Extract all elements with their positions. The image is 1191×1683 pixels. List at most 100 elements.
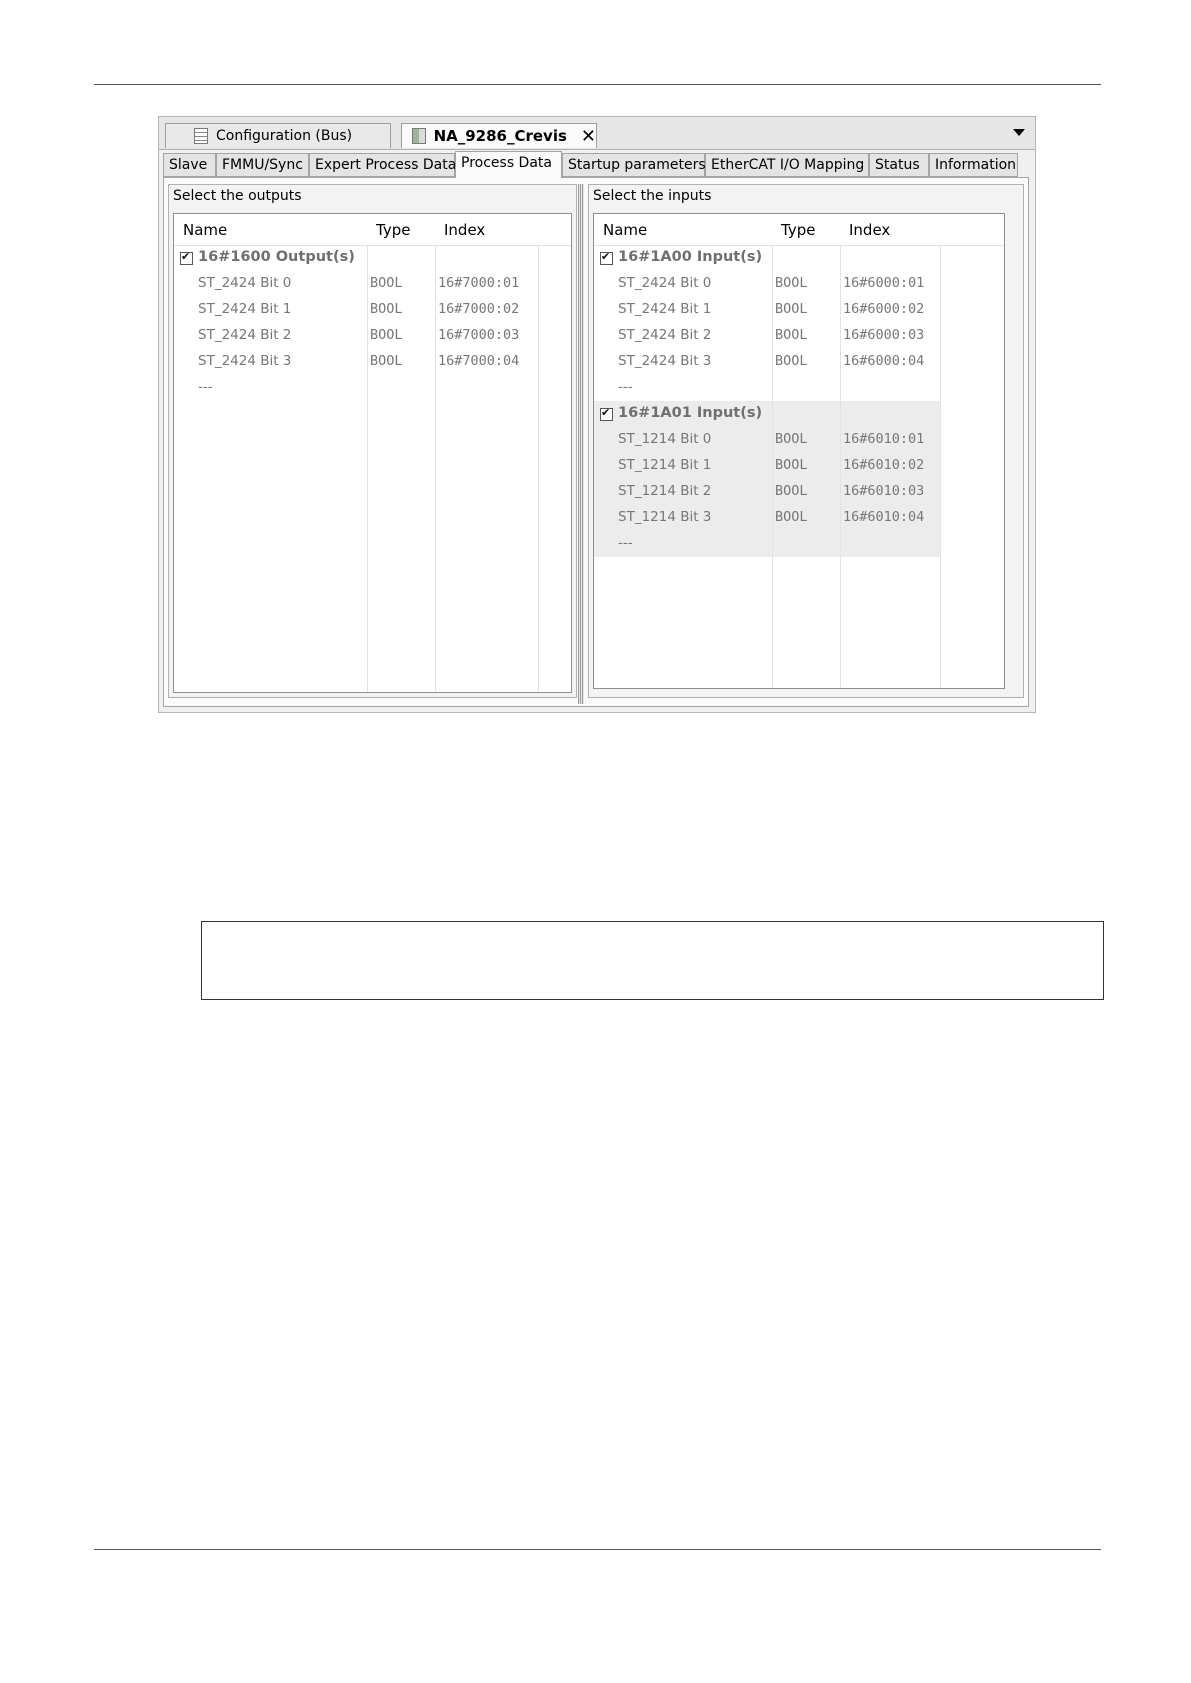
table-row[interactable]: ST_1214 Bit 1 BOOL 16#6010:02 — [594, 453, 1004, 479]
cell-type: BOOL — [775, 483, 808, 499]
group-name: 16#1A01 Input(s) — [618, 405, 763, 421]
table-row[interactable]: --- — [174, 375, 571, 401]
column-header-name[interactable]: Name — [603, 221, 647, 239]
close-icon[interactable]: ✕ — [581, 126, 596, 147]
cell-type: BOOL — [775, 353, 808, 369]
table-row[interactable]: --- — [594, 375, 1004, 401]
column-header-type[interactable]: Type — [781, 221, 815, 239]
table-row[interactable]: --- — [594, 531, 1004, 557]
table-row[interactable]: ST_1214 Bit 2 BOOL 16#6010:03 — [594, 479, 1004, 505]
tab-label: Configuration (Bus) — [216, 128, 353, 144]
tab-information[interactable]: Information — [929, 153, 1018, 177]
checkbox[interactable] — [180, 250, 193, 265]
inputs-header-row: Name Type Index — [594, 214, 1004, 246]
cell-name: ST_2424 Bit 1 — [198, 301, 292, 317]
outputs-table: Name Type Index 16#1600 Output(s) ST_242… — [173, 213, 572, 693]
tab-list-dropdown-icon[interactable] — [1013, 129, 1025, 136]
cell-name: ST_2424 Bit 1 — [618, 301, 712, 317]
cell-type: BOOL — [370, 301, 403, 317]
cell-name: ST_2424 Bit 0 — [198, 275, 292, 291]
tab-label: NA_9286_Crevis — [433, 127, 567, 145]
cell-name: --- — [618, 379, 633, 395]
cell-index: 16#6010:01 — [843, 431, 925, 447]
checkbox[interactable] — [600, 406, 613, 421]
cell-name: ST_1214 Bit 0 — [618, 431, 712, 447]
editor-tab-strip: Configuration (Bus) NA_9286_Crevis ✕ — [159, 117, 1035, 150]
cell-name: ST_1214 Bit 1 — [618, 457, 712, 473]
cell-type: BOOL — [775, 457, 808, 473]
tab-startup-parameters[interactable]: Startup parameters — [562, 153, 706, 177]
table-row[interactable]: 16#1A00 Input(s) — [594, 245, 1004, 271]
cell-type: BOOL — [775, 301, 808, 317]
column-header-type[interactable]: Type — [376, 221, 410, 239]
cell-index: 16#6000:04 — [843, 353, 925, 369]
note-box — [201, 921, 1104, 1000]
page-footer-rule — [94, 1549, 1101, 1550]
outputs-header-row: Name Type Index — [174, 214, 571, 246]
tab-fmmu-sync[interactable]: FMMU/Sync — [216, 153, 309, 177]
tab-slave[interactable]: Slave — [163, 153, 216, 177]
cell-name: ST_2424 Bit 2 — [618, 327, 712, 343]
cell-index: 16#6000:03 — [843, 327, 925, 343]
cell-index: 16#7000:04 — [438, 353, 520, 369]
cell-name: ST_1214 Bit 2 — [618, 483, 712, 499]
cell-name: ST_2424 Bit 0 — [618, 275, 712, 291]
cell-name: --- — [198, 379, 213, 395]
table-row[interactable]: ST_2424 Bit 2 BOOL 16#7000:03 — [174, 323, 571, 349]
device-editor-window: Configuration (Bus) NA_9286_Crevis ✕ Sla… — [158, 116, 1036, 713]
table-row[interactable]: ST_2424 Bit 2 BOOL 16#6000:03 — [594, 323, 1004, 349]
column-header-index[interactable]: Index — [849, 221, 890, 239]
cell-index: 16#6000:02 — [843, 301, 925, 317]
table-row[interactable]: ST_2424 Bit 3 BOOL 16#7000:04 — [174, 349, 571, 375]
tab-process-data[interactable]: Process Data — [455, 151, 562, 178]
cell-type: BOOL — [370, 275, 403, 291]
cell-type: BOOL — [775, 509, 808, 525]
panel-splitter[interactable] — [578, 184, 584, 704]
group-name: 16#1600 Output(s) — [198, 249, 355, 265]
table-row[interactable]: ST_1214 Bit 0 BOOL 16#6010:01 — [594, 427, 1004, 453]
cell-type: BOOL — [775, 275, 808, 291]
checkbox[interactable] — [600, 250, 613, 265]
document-grid-icon — [194, 128, 208, 144]
tab-status[interactable]: Status — [869, 153, 929, 177]
table-row[interactable]: ST_2424 Bit 1 BOOL 16#6000:02 — [594, 297, 1004, 323]
tab-ethercat-io-mapping[interactable]: EtherCAT I/O Mapping — [705, 153, 869, 177]
cell-index: 16#6010:04 — [843, 509, 925, 525]
table-row[interactable]: 16#1600 Output(s) — [174, 245, 571, 271]
cell-name: ST_1214 Bit 3 — [618, 509, 712, 525]
cell-name: --- — [618, 535, 633, 551]
cell-name: ST_2424 Bit 3 — [198, 353, 292, 369]
table-row[interactable]: ST_2424 Bit 3 BOOL 16#6000:04 — [594, 349, 1004, 375]
group-name: 16#1A00 Input(s) — [618, 249, 763, 265]
cell-index: 16#6000:01 — [843, 275, 925, 291]
device-icon — [412, 128, 426, 144]
cell-index: 16#7000:03 — [438, 327, 520, 343]
inputs-title: Select the inputs — [593, 188, 712, 204]
cell-type: BOOL — [370, 327, 403, 343]
table-row[interactable]: ST_2424 Bit 0 BOOL 16#6000:01 — [594, 271, 1004, 297]
column-header-index[interactable]: Index — [444, 221, 485, 239]
cell-name: ST_2424 Bit 2 — [198, 327, 292, 343]
table-row[interactable]: ST_2424 Bit 1 BOOL 16#7000:02 — [174, 297, 571, 323]
tab-na-9286-crevis[interactable]: NA_9286_Crevis ✕ — [401, 123, 597, 148]
tab-expert-process-data[interactable]: Expert Process Data — [309, 153, 456, 177]
cell-name: ST_2424 Bit 3 — [618, 353, 712, 369]
page-header-rule — [94, 84, 1101, 85]
tab-configuration-bus[interactable]: Configuration (Bus) — [165, 123, 391, 148]
cell-type: BOOL — [370, 353, 403, 369]
cell-index: 16#7000:02 — [438, 301, 520, 317]
device-config-tabs: Slave FMMU/Sync Expert Process Data Proc… — [163, 151, 1033, 178]
cell-type: BOOL — [775, 327, 808, 343]
inputs-table: Name Type Index 16#1A00 Input(s) ST_2424… — [593, 213, 1005, 689]
inputs-group: Select the inputs Name Type Index 16#1A0… — [588, 184, 1024, 698]
cell-type: BOOL — [775, 431, 808, 447]
table-row[interactable]: ST_2424 Bit 0 BOOL 16#7000:01 — [174, 271, 571, 297]
cell-index: 16#6010:03 — [843, 483, 925, 499]
process-data-panel: Select the outputs Name Type Index 16#16… — [163, 177, 1029, 707]
cell-index: 16#6010:02 — [843, 457, 925, 473]
cell-index: 16#7000:01 — [438, 275, 520, 291]
table-row[interactable]: 16#1A01 Input(s) — [594, 401, 1004, 427]
outputs-group: Select the outputs Name Type Index 16#16… — [168, 184, 577, 698]
table-row[interactable]: ST_1214 Bit 3 BOOL 16#6010:04 — [594, 505, 1004, 531]
column-header-name[interactable]: Name — [183, 221, 227, 239]
